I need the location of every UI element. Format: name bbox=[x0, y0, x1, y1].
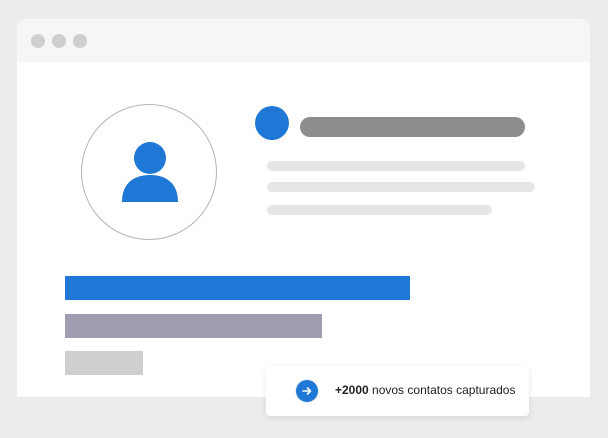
window-control-dot[interactable] bbox=[31, 34, 45, 48]
text-line-placeholder bbox=[267, 205, 492, 215]
profile-avatar bbox=[81, 104, 217, 240]
progress-bar-tertiary bbox=[65, 351, 143, 375]
toast-count: +2000 bbox=[335, 383, 369, 397]
window-titlebar bbox=[17, 19, 590, 62]
text-line-placeholder bbox=[267, 161, 525, 171]
toast-message: +2000 novos contatos capturados bbox=[335, 383, 515, 397]
user-icon bbox=[122, 142, 178, 202]
status-dot bbox=[255, 106, 289, 140]
toast-message-text: novos contatos capturados bbox=[368, 383, 516, 397]
name-placeholder bbox=[300, 117, 525, 137]
arrow-right-icon[interactable] bbox=[295, 379, 319, 403]
window-control-dot[interactable] bbox=[73, 34, 87, 48]
window-control-dot[interactable] bbox=[52, 34, 66, 48]
progress-bar-secondary bbox=[65, 314, 322, 338]
progress-bar-primary bbox=[65, 276, 410, 300]
notification-toast[interactable]: +2000 novos contatos capturados bbox=[266, 366, 529, 416]
text-line-placeholder bbox=[267, 182, 535, 192]
browser-window bbox=[17, 19, 590, 397]
